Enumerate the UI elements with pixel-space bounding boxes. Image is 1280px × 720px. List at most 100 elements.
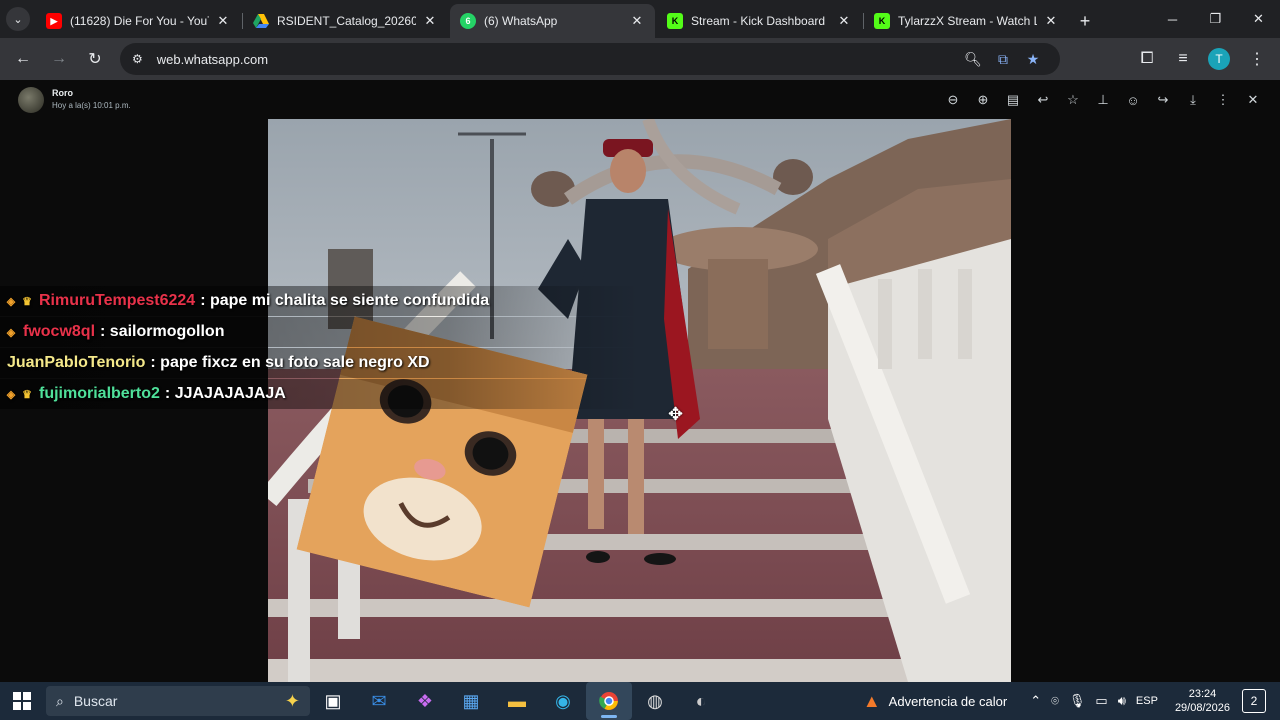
tab-title: TylarzzX Stream - Watch Live — [898, 14, 1037, 28]
tab-badge: 6 — [465, 16, 471, 26]
weather-alert[interactable]: Advertencia de calor — [889, 694, 1008, 709]
volume-icon[interactable]: 🔊︎ — [1118, 693, 1126, 709]
window-controls: ─ ❐ ✕ — [1151, 0, 1280, 38]
chat-message: ◈ fwocw8ql : sailormogollon — [0, 317, 640, 347]
whatsapp-icon: 6 — [460, 13, 476, 29]
close-window-button[interactable]: ✕ — [1237, 0, 1280, 38]
browser-toolbar: ← → ↻ ⚙ web.whatsapp.com 🔍︎ ⧉ ★ ⧠ ≡ T ⋮ — [0, 38, 1280, 80]
tab-kick-stream[interactable]: K TylarzzX Stream - Watch Live ✕ — [864, 4, 1069, 38]
edge-icon[interactable]: ◉ — [540, 682, 586, 720]
subscriber-crown-icon: ♛ — [22, 295, 32, 308]
windows-logo-icon — [13, 692, 31, 710]
clock-time: 23:24 — [1188, 688, 1217, 700]
go-to-message-icon[interactable]: ▤ — [998, 88, 1028, 112]
back-button[interactable]: ← — [6, 42, 40, 76]
sparkle-icon: ✦ — [284, 690, 300, 711]
media-viewer-header: Roro Hoy a la(s) 10:01 p.m. ⊖ ⊕ ▤ ↩ ☆ ⊥ … — [0, 80, 1280, 120]
store-icon[interactable]: ▦ — [448, 682, 494, 720]
chat-colon: : — [200, 292, 210, 309]
location-icon[interactable]: ⌾ — [1051, 693, 1059, 709]
bookmark-star-icon[interactable]: ★ — [1018, 51, 1048, 68]
tab-kick-dashboard[interactable]: K Stream - Kick Dashboard ✕ — [657, 4, 864, 38]
reload-button[interactable]: ↻ — [78, 42, 112, 76]
minimize-button[interactable]: ─ — [1151, 0, 1194, 38]
zoom-icon[interactable]: 🔍︎ — [958, 51, 988, 68]
screen: ⌄ ▶ (11628) Die For You - YouTube ✕ RSID… — [0, 0, 1280, 720]
media-controls-icon[interactable]: ≡ — [1166, 42, 1200, 76]
clock-date: 29/08/2026 — [1174, 702, 1230, 714]
language-indicator[interactable]: ESP — [1136, 695, 1158, 707]
tab-title: Stream - Kick Dashboard — [691, 14, 826, 28]
download-icon[interactable]: ⤓ — [1178, 88, 1208, 112]
tab-whatsapp[interactable]: 6 (6) WhatsApp ✕ — [450, 4, 655, 38]
install-app-icon[interactable]: ⧉ — [988, 51, 1018, 68]
tab-youtube[interactable]: ▶ (11628) Die For You - YouTube ✕ — [36, 4, 243, 38]
og-badge-icon: ◈ — [6, 388, 16, 401]
browser-menu-icon[interactable]: ⋮ — [1240, 42, 1274, 76]
search-placeholder: Buscar — [73, 693, 118, 709]
star-icon[interactable]: ☆ — [1058, 88, 1088, 112]
tab-search-button[interactable]: ⌄ — [0, 0, 36, 38]
tab-drive[interactable]: RSIDENT_Catalog_20260814 ✕ — [243, 4, 448, 38]
close-icon[interactable]: ✕ — [215, 13, 231, 29]
chat-colon: : — [150, 354, 161, 371]
start-button[interactable] — [0, 682, 44, 720]
chevron-down-icon: ⌄ — [6, 7, 30, 31]
notification-center-icon[interactable]: 2 — [1242, 689, 1266, 713]
sender-name: Roro — [52, 88, 73, 98]
close-icon[interactable]: ✕ — [836, 13, 852, 29]
extensions-icon[interactable]: ⧠ — [1130, 42, 1164, 76]
kick-icon: K — [874, 13, 890, 29]
outlook-icon[interactable]: ✉ — [356, 682, 402, 720]
chat-message: JuanPabloTenorio : pape fixcz en su foto… — [0, 348, 640, 378]
tab-title: RSIDENT_Catalog_20260814 — [277, 14, 416, 28]
sender-avatar[interactable] — [18, 87, 44, 113]
file-explorer-icon[interactable]: ▬ — [494, 682, 540, 720]
media-viewer: Roro Hoy a la(s) 10:01 p.m. ⊖ ⊕ ▤ ↩ ☆ ⊥ … — [0, 80, 1280, 682]
chat-text: pape mi chalita se siente confundida — [209, 292, 490, 309]
microphone-icon[interactable]: 🎙︎ — [1069, 693, 1086, 709]
close-icon[interactable]: ✕ — [1043, 13, 1059, 29]
reply-icon[interactable]: ↩ — [1028, 88, 1058, 112]
subscriber-crown-icon: ♛ — [22, 388, 32, 401]
obs-icon[interactable]: ◍ — [632, 682, 678, 720]
new-tab-button[interactable]: + — [1071, 4, 1099, 38]
close-viewer-icon[interactable]: ✕ — [1238, 88, 1268, 112]
chevron-up-icon[interactable]: ⌃ — [1030, 693, 1041, 709]
youtube-icon: ▶ — [46, 13, 62, 29]
close-icon[interactable]: ✕ — [422, 13, 438, 29]
search-icon: ⌕ — [56, 692, 64, 709]
chat-username: fujimorialberto2 — [39, 385, 160, 402]
chat-message: ◈ ♛ RimuruTempest6224 : pape mi chalita … — [0, 286, 640, 316]
site-info-icon[interactable]: ⚙ — [132, 52, 143, 66]
restore-button[interactable]: ❐ — [1194, 0, 1237, 38]
more-options-icon[interactable]: ⋮ — [1208, 88, 1238, 112]
forward-icon[interactable]: ↪ — [1148, 88, 1178, 112]
active-app-indicator — [601, 715, 617, 718]
browser-tab-strip: ⌄ ▶ (11628) Die For You - YouTube ✕ RSID… — [0, 0, 1280, 38]
chat-username: JuanPabloTenorio — [7, 354, 146, 371]
copilot-icon[interactable]: ❖ — [402, 682, 448, 720]
chat-message: ◈ ♛ fujimorialberto2 : JJAJAJAJAJA — [0, 379, 640, 409]
task-view-icon[interactable]: ▣ — [310, 682, 356, 720]
chat-colon: : — [100, 323, 110, 340]
forward-button[interactable]: → — [42, 42, 76, 76]
chat-username: fwocw8ql — [23, 323, 96, 340]
taskbar-search[interactable]: ⌕ Buscar ✦ — [46, 686, 310, 716]
zoom-in-icon[interactable]: ⊕ — [968, 88, 998, 112]
media-actions: ⊖ ⊕ ▤ ↩ ☆ ⊥ ☺ ↪ ⤓ ⋮ ✕ — [938, 88, 1268, 112]
chrome-icon[interactable] — [586, 682, 632, 720]
address-bar[interactable]: ⚙ web.whatsapp.com 🔍︎ ⧉ ★ — [120, 43, 1060, 75]
profile-avatar[interactable]: T — [1208, 48, 1230, 70]
chat-text: pape fixcz en su foto sale negro XD — [160, 354, 430, 371]
react-emoji-icon[interactable]: ☺ — [1118, 88, 1148, 112]
warning-icon: ▲ — [862, 690, 881, 711]
zoom-out-icon[interactable]: ⊖ — [938, 88, 968, 112]
clock[interactable]: 23:24 29/08/2026 — [1175, 687, 1230, 715]
app-icon[interactable]: ◐ — [678, 682, 724, 720]
close-icon[interactable]: ✕ — [629, 13, 645, 29]
pin-icon[interactable]: ⊥ — [1088, 88, 1118, 112]
message-timestamp: Hoy a la(s) 10:01 p.m. — [52, 101, 131, 110]
google-drive-icon — [253, 13, 269, 29]
network-icon[interactable]: ▭ — [1095, 693, 1107, 709]
